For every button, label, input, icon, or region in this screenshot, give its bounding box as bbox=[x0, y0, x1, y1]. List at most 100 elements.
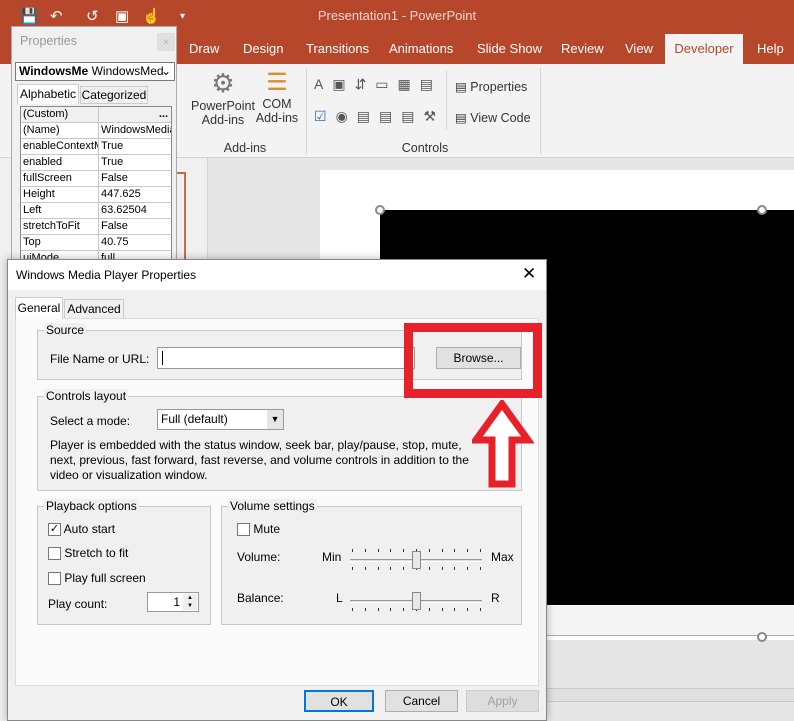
tab-general[interactable]: General bbox=[15, 297, 63, 319]
ok-button[interactable]: OK bbox=[304, 690, 374, 712]
mode-select[interactable]: Full (default) ▼ bbox=[157, 409, 284, 430]
slideshow-icon[interactable]: ▣ bbox=[115, 7, 129, 25]
notes-divider bbox=[547, 688, 794, 702]
property-row[interactable]: Height 447.625 bbox=[21, 187, 171, 203]
slider-tick bbox=[403, 567, 404, 570]
close-icon[interactable]: ✕ bbox=[522, 264, 536, 284]
properties-button[interactable]: ▤ Properties bbox=[455, 79, 527, 94]
tab-alphabetic[interactable]: Alphabetic bbox=[17, 84, 79, 104]
arrow-up-icon bbox=[472, 400, 534, 488]
playback-options-group: Playback options ✓ Auto start Stretch to… bbox=[37, 499, 211, 625]
spin-arrows-icon[interactable]: ▲ ▼ bbox=[183, 594, 197, 610]
property-value[interactable]: True bbox=[99, 139, 171, 154]
stretch-label: Stretch to fit bbox=[64, 546, 129, 560]
stretch-to-fit-checkbox[interactable]: Stretch to fit bbox=[48, 546, 129, 561]
slider-tick bbox=[454, 549, 455, 552]
apply-button[interactable]: Apply bbox=[466, 690, 539, 712]
property-value[interactable]: 63.62504 bbox=[99, 203, 171, 218]
file-name-input[interactable] bbox=[157, 347, 415, 369]
tab-design[interactable]: Design bbox=[243, 41, 283, 56]
property-grid: (Custom)... (Name) WindowsMedia enableConte… bbox=[20, 106, 172, 266]
play-count-stepper[interactable]: 1 ▲ ▼ bbox=[147, 592, 199, 612]
object-selector[interactable]: WindowsMe WindowsMed ⌄ bbox=[15, 62, 175, 81]
property-row[interactable]: stretchToFit False bbox=[21, 219, 171, 235]
property-value[interactable]: ... bbox=[99, 107, 171, 122]
property-row[interactable]: Left 63.62504 bbox=[21, 203, 171, 219]
touch-mode-icon[interactable]: ☝ bbox=[142, 7, 161, 25]
tab-view[interactable]: View bbox=[625, 41, 653, 56]
mute-checkbox[interactable]: Mute bbox=[237, 522, 281, 537]
tab-animations[interactable]: Animations bbox=[389, 41, 453, 56]
volume-min-label: Min bbox=[322, 550, 342, 564]
property-row[interactable]: enableContextMenuTrue bbox=[21, 139, 171, 155]
tab-draw[interactable]: Draw bbox=[189, 41, 219, 56]
tab-slide-show[interactable]: Slide Show bbox=[477, 41, 542, 56]
resize-handle[interactable] bbox=[375, 205, 385, 215]
property-row[interactable]: fullScreen False bbox=[21, 171, 171, 187]
volume-settings-group: Volume settings Mute Volume: Min Max Bal… bbox=[221, 499, 522, 625]
checkbox[interactable] bbox=[48, 547, 61, 561]
tab-advanced[interactable]: Advanced bbox=[64, 299, 124, 319]
tab-categorized[interactable]: Categorized bbox=[80, 86, 148, 104]
property-name: enabled bbox=[21, 155, 99, 170]
auto-start-checkbox[interactable]: ✓ Auto start bbox=[48, 522, 115, 537]
form-controls-row2[interactable]: ☑◉▤▤▤⚒ bbox=[314, 108, 445, 125]
customize-icon[interactable]: ▾ bbox=[180, 11, 185, 22]
property-value[interactable]: True bbox=[99, 155, 171, 170]
slider-tick bbox=[480, 567, 481, 570]
redo-icon[interactable]: ↺ bbox=[86, 7, 99, 25]
property-value[interactable]: WindowsMedia bbox=[99, 123, 171, 138]
slider-tick bbox=[390, 608, 391, 611]
checkbox-control-icon[interactable]: ☑ bbox=[314, 108, 336, 124]
slider-thumb[interactable] bbox=[412, 551, 421, 569]
slider-tick bbox=[403, 608, 404, 611]
tab-developer[interactable]: Developer bbox=[665, 34, 743, 64]
resize-handle[interactable] bbox=[757, 205, 767, 215]
form-controls-row1[interactable]: A▣⇵▭▦▤ bbox=[314, 76, 442, 93]
view-code-button[interactable]: ▤ View Code bbox=[455, 110, 531, 125]
resize-handle[interactable] bbox=[757, 632, 767, 642]
chevron-down-icon: ⌄ bbox=[160, 64, 171, 78]
property-row[interactable]: enabled True bbox=[21, 155, 171, 171]
slider-tick bbox=[403, 549, 404, 552]
com-addins-button[interactable]: ☰ COM Add-ins bbox=[255, 68, 299, 125]
divider bbox=[540, 68, 541, 154]
property-value[interactable]: False bbox=[99, 219, 171, 234]
cancel-button[interactable]: Cancel bbox=[385, 690, 458, 712]
slider-tick bbox=[454, 567, 455, 570]
slider-tick bbox=[442, 608, 443, 611]
property-name: enableContextMenu bbox=[21, 139, 99, 154]
property-value[interactable]: 40.75 bbox=[99, 235, 171, 250]
volume-settings-label: Volume settings bbox=[228, 499, 317, 513]
undo-icon[interactable]: ↶ bbox=[50, 7, 63, 25]
mute-label: Mute bbox=[253, 522, 281, 536]
text-cursor bbox=[162, 351, 163, 365]
property-row[interactable]: Top 40.75 bbox=[21, 235, 171, 251]
property-row[interactable]: (Name) WindowsMedia bbox=[21, 123, 171, 139]
tab-review[interactable]: Review bbox=[561, 41, 604, 56]
close-icon[interactable]: × bbox=[157, 33, 175, 51]
slider-thumb[interactable] bbox=[412, 592, 421, 610]
powerpoint-addins-button[interactable]: ⚙ PowerPoint Add-ins bbox=[190, 68, 256, 127]
tab-help[interactable]: Help bbox=[757, 41, 784, 56]
play-full-screen-checkbox[interactable]: Play full screen bbox=[48, 571, 146, 586]
slider-tick bbox=[378, 549, 379, 552]
controls-layout-label: Controls layout bbox=[44, 389, 129, 403]
mode-description: Player is embedded with the status windo… bbox=[50, 438, 469, 482]
slider-tick bbox=[467, 567, 468, 570]
property-row[interactable]: (Custom)... bbox=[21, 107, 171, 123]
slider-tick bbox=[480, 549, 481, 552]
checkbox[interactable] bbox=[48, 572, 61, 586]
checkbox[interactable] bbox=[237, 523, 250, 537]
property-value[interactable]: False bbox=[99, 171, 171, 186]
checkbox[interactable]: ✓ bbox=[48, 523, 61, 537]
controls-group-label: Controls bbox=[401, 141, 449, 155]
slide-thumbnail[interactable] bbox=[176, 172, 186, 272]
property-value[interactable]: 447.625 bbox=[99, 187, 171, 202]
save-icon[interactable]: 💾 bbox=[20, 7, 39, 25]
property-name: (Custom) bbox=[21, 107, 99, 122]
properties-icon: ▤ bbox=[455, 80, 467, 94]
property-name: stretchToFit bbox=[21, 219, 99, 234]
tab-transitions[interactable]: Transitions bbox=[306, 41, 369, 56]
slider-tick bbox=[352, 549, 353, 552]
